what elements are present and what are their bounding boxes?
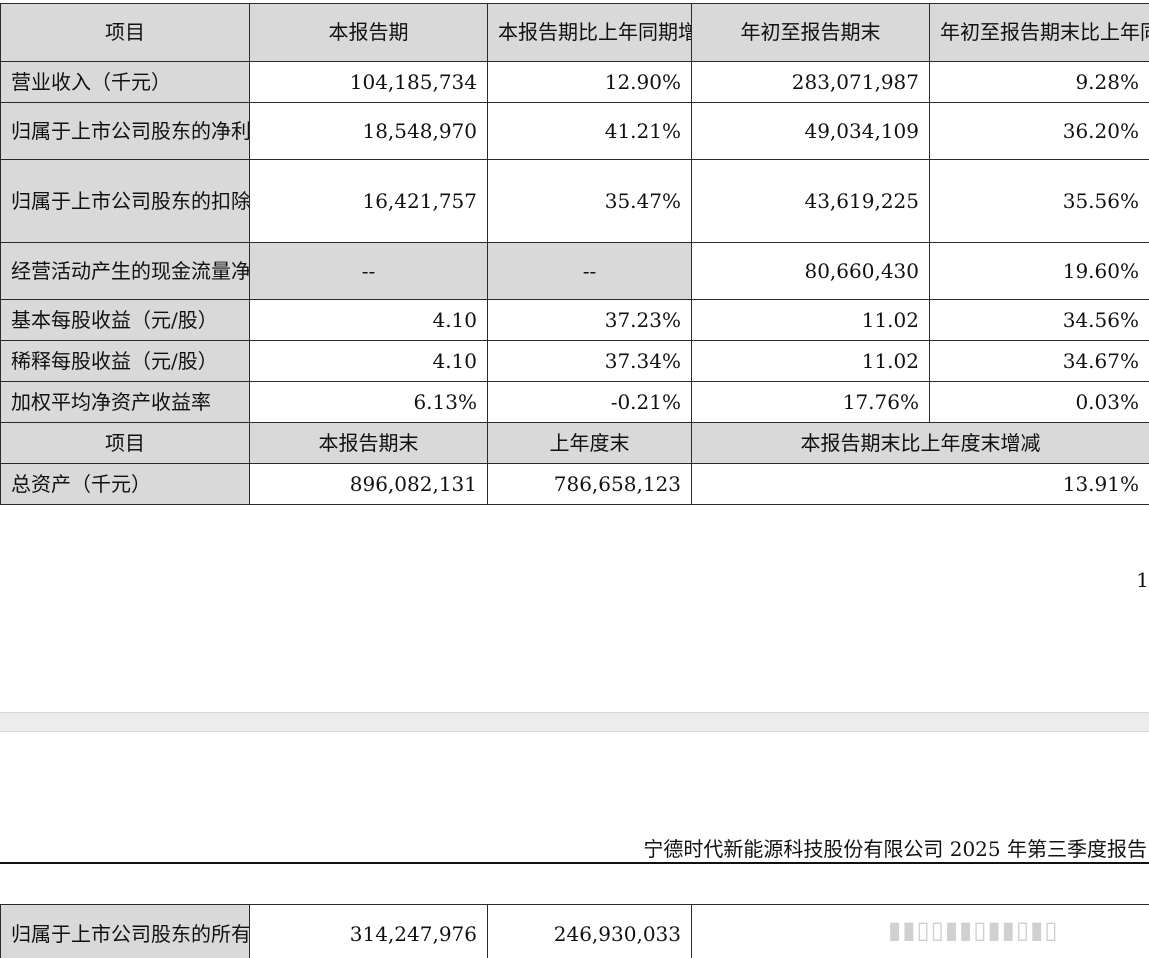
row-label: 归属于上市公司股东的所有者权益（千元）	[0, 904, 250, 958]
header-ytd-yoy: 年初至报告期末比上年同期增减	[929, 3, 1149, 62]
current-value: 6.13%	[249, 381, 488, 423]
ytd-yoy-value: 9.28%	[929, 61, 1149, 103]
current-value: 104,185,734	[249, 61, 488, 103]
row-label: 稀释每股收益（元/股）	[0, 340, 250, 382]
row-label: 归属于上市公司股东的扣除非经常性损益的净利润（千元）	[0, 159, 250, 243]
table-header-row: 项目 本报告期 本报告期比上年同期增减 年初至报告期末 年初至报告期末比上年同期…	[0, 3, 1149, 62]
header-ytd: 年初至报告期末	[691, 3, 930, 62]
current-yoy-value: 35.47%	[487, 159, 692, 243]
row-label: 营业收入（千元）	[0, 61, 250, 103]
document-page: 项目 本报告期 本报告期比上年同期增减 年初至报告期末 年初至报告期末比上年同期…	[0, 0, 1149, 958]
table-row: 归属于上市公司股东的净利润（千元） 18,548,970 41.21% 49,0…	[0, 102, 1149, 160]
row-label: 归属于上市公司股东的净利润（千元）	[0, 102, 250, 160]
current-yoy-value: 41.21%	[487, 102, 692, 160]
row-label: 基本每股收益（元/股）	[0, 299, 250, 341]
subheader-prior-year-end: 上年度末	[487, 422, 692, 464]
table-row: 基本每股收益（元/股） 4.10 37.23% 11.02 34.56%	[0, 299, 1149, 341]
ytd-value: 43,619,225	[691, 159, 930, 243]
total-assets-row: 总资产（千元） 896,082,131 786,658,123 13.91%	[0, 463, 1149, 505]
row-label: 经营活动产生的现金流量净额（千元）	[0, 242, 250, 300]
current-yoy-value: -0.21%	[487, 381, 692, 423]
row-label: 总资产（千元）	[0, 463, 250, 505]
period-end-value: 314,247,976	[249, 904, 488, 958]
ytd-value: 49,034,109	[691, 102, 930, 160]
header-rule	[0, 862, 1149, 864]
table-row: 稀释每股收益（元/股） 4.10 37.34% 11.02 34.67%	[0, 340, 1149, 382]
row-label: 加权平均净资产收益率	[0, 381, 250, 423]
change-value: 13.91%	[691, 463, 1149, 505]
page-number: 1	[1136, 568, 1149, 592]
ytd-value: 11.02	[691, 299, 930, 341]
table-row: 归属于上市公司股东的扣除非经常性损益的净利润（千元） 16,421,757 35…	[0, 159, 1149, 243]
table-row: 加权平均净资产收益率 6.13% -0.21% 17.76% 0.03%	[0, 381, 1149, 423]
subheader-item: 项目	[0, 422, 250, 464]
header-current-period-yoy: 本报告期比上年同期增减	[487, 3, 692, 62]
ytd-yoy-value: 34.67%	[929, 340, 1149, 382]
table-row: 经营活动产生的现金流量净额（千元） -- -- 80,660,430 19.60…	[0, 242, 1149, 300]
current-yoy-value: 12.90%	[487, 61, 692, 103]
current-value: 16,421,757	[249, 159, 488, 243]
current-value: --	[249, 242, 488, 300]
header-item: 项目	[0, 3, 250, 62]
table-subheader-row: 项目 本报告期末 上年度末 本报告期末比上年度末增减	[0, 422, 1149, 464]
ytd-value: 283,071,987	[691, 61, 930, 103]
ytd-yoy-value: 36.20%	[929, 102, 1149, 160]
key-financials-table: 项目 本报告期 本报告期比上年同期增减 年初至报告期末 年初至报告期末比上年同期…	[0, 3, 1149, 505]
current-value: 4.10	[249, 340, 488, 382]
subheader-change: 本报告期末比上年度末增减	[691, 422, 1149, 464]
current-value: 4.10	[249, 299, 488, 341]
ytd-yoy-value: 0.03%	[929, 381, 1149, 423]
ytd-value: 11.02	[691, 340, 930, 382]
current-yoy-value: --	[487, 242, 692, 300]
current-yoy-value: 37.23%	[487, 299, 692, 341]
period-end-value: 896,082,131	[249, 463, 488, 505]
subheader-period-end: 本报告期末	[249, 422, 488, 464]
prior-year-end-value: 786,658,123	[487, 463, 692, 505]
page-break-divider	[0, 712, 1149, 732]
prior-year-end-value: 246,930,033	[487, 904, 692, 958]
current-yoy-value: 37.34%	[487, 340, 692, 382]
watermark-image: ▮▮▯▯▮▮▯▮▮▯▮▯	[888, 916, 1059, 944]
ytd-value: 17.76%	[691, 381, 930, 423]
header-current-period: 本报告期	[249, 3, 488, 62]
ytd-yoy-value: 35.56%	[929, 159, 1149, 243]
table-row: 营业收入（千元） 104,185,734 12.90% 283,071,987 …	[0, 61, 1149, 103]
report-header: 宁德时代新能源科技股份有限公司 2025 年第三季度报告	[643, 837, 1147, 861]
current-value: 18,548,970	[249, 102, 488, 160]
ytd-value: 80,660,430	[691, 242, 930, 300]
ytd-yoy-value: 34.56%	[929, 299, 1149, 341]
ytd-yoy-value: 19.60%	[929, 242, 1149, 300]
